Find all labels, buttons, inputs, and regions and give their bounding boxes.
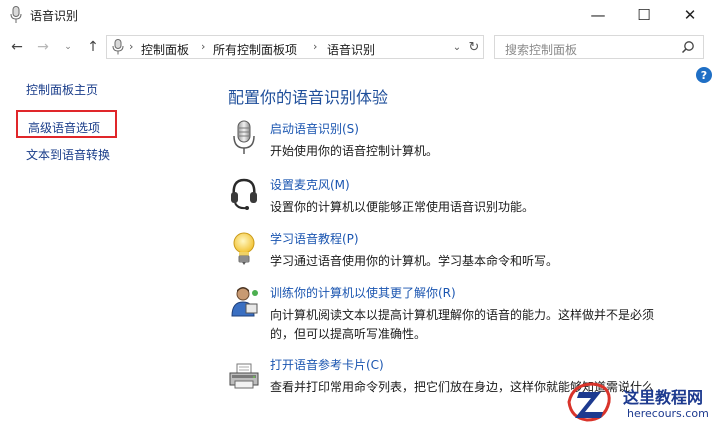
task-train-computer: 训练你的计算机以使其更了解你(R) 向计算机阅读文本以提高计算机理解你的语音的能… bbox=[228, 284, 698, 344]
close-button[interactable]: ✕ bbox=[667, 0, 713, 30]
breadcrumb-speech-recognition[interactable]: 语音识别 bbox=[327, 41, 375, 58]
forward-button[interactable]: → bbox=[32, 36, 54, 58]
printer-icon bbox=[229, 363, 259, 389]
sidebar-item-text-to-speech[interactable]: 文本到语音转换 bbox=[26, 146, 110, 163]
breadcrumb-control-panel[interactable]: 控制面板 bbox=[141, 41, 189, 58]
breadcrumb-separator[interactable]: › bbox=[129, 40, 133, 53]
refresh-button[interactable]: ↻ bbox=[466, 38, 482, 56]
page-title: 配置你的语音识别体验 bbox=[228, 88, 389, 107]
lightbulb-icon bbox=[233, 232, 255, 265]
up-button[interactable]: ↑ bbox=[82, 36, 104, 58]
watermark-name: 这里教程网 bbox=[623, 388, 704, 407]
microphone-icon bbox=[112, 39, 124, 55]
search-icon[interactable] bbox=[681, 40, 695, 54]
task-speech-tutorial: 学习语音教程(P) 学习通过语音使用你的计算机。学习基本命令和听写。 bbox=[228, 230, 698, 270]
address-dropdown-button[interactable]: ⌄ bbox=[449, 38, 465, 56]
watermark: 这里教程网 herecours.com bbox=[565, 378, 713, 428]
search-input[interactable]: 搜索控制面板 bbox=[494, 35, 704, 59]
sidebar-item-advanced-speech-options[interactable]: 高级语音选项 bbox=[28, 119, 100, 136]
maximize-button[interactable]: ☐ bbox=[621, 0, 667, 30]
microphone-icon bbox=[233, 120, 255, 154]
headset-icon bbox=[231, 178, 257, 210]
set-up-microphone-link[interactable]: 设置麦克风(M) bbox=[270, 176, 350, 193]
recent-locations-button[interactable]: ⌄ bbox=[60, 36, 76, 58]
control-panel-window: 语音识别 — ☐ ✕ ← → ⌄ ↑ › 控制面板 › 所有控制面板项 › 语音… bbox=[0, 0, 713, 428]
task-description: 开始使用你的语音控制计算机。 bbox=[270, 144, 439, 158]
train-computer-link[interactable]: 训练你的计算机以使其更了解你(R) bbox=[270, 284, 456, 301]
minimize-button[interactable]: — bbox=[575, 0, 621, 30]
microphone-icon bbox=[10, 6, 22, 23]
address-bar[interactable]: › 控制面板 › 所有控制面板项 › 语音识别 ⌄ ↻ bbox=[106, 35, 484, 59]
breadcrumb-separator[interactable]: › bbox=[201, 40, 205, 53]
herecours-logo-icon bbox=[567, 382, 611, 422]
speech-reference-card-link[interactable]: 打开语音参考卡片(C) bbox=[270, 356, 384, 373]
task-set-up-microphone: 设置麦克风(M) 设置你的计算机以便能够正常使用语音识别功能。 bbox=[228, 176, 698, 216]
speech-tutorial-link[interactable]: 学习语音教程(P) bbox=[270, 230, 359, 247]
breadcrumb-separator[interactable]: › bbox=[313, 40, 317, 53]
start-speech-recognition-link[interactable]: 启动语音识别(S) bbox=[270, 120, 359, 137]
watermark-url: herecours.com bbox=[627, 407, 709, 420]
back-button[interactable]: ← bbox=[6, 36, 28, 58]
breadcrumb-all-items[interactable]: 所有控制面板项 bbox=[213, 41, 297, 58]
window-title: 语音识别 bbox=[30, 9, 79, 23]
task-description: 学习通过语音使用你的计算机。学习基本命令和听写。 bbox=[270, 254, 559, 268]
navigation-bar: ← → ⌄ ↑ › 控制面板 › 所有控制面板项 › 语音识别 ⌄ ↻ 搜索控制… bbox=[0, 32, 713, 62]
help-icon[interactable]: ? bbox=[696, 67, 712, 83]
task-start-speech-recognition: 启动语音识别(S) 开始使用你的语音控制计算机。 bbox=[228, 120, 698, 160]
search-placeholder: 搜索控制面板 bbox=[505, 43, 578, 57]
user-training-icon bbox=[231, 287, 258, 317]
task-description: 设置你的计算机以便能够正常使用语音识别功能。 bbox=[270, 200, 535, 214]
task-description: 向计算机阅读文本以提高计算机理解你的语音的能力。这样做并不是必须的，但可以提高听… bbox=[270, 308, 655, 341]
title-bar: 语音识别 — ☐ ✕ bbox=[0, 0, 713, 30]
sidebar-item-control-panel-home[interactable]: 控制面板主页 bbox=[26, 81, 98, 98]
